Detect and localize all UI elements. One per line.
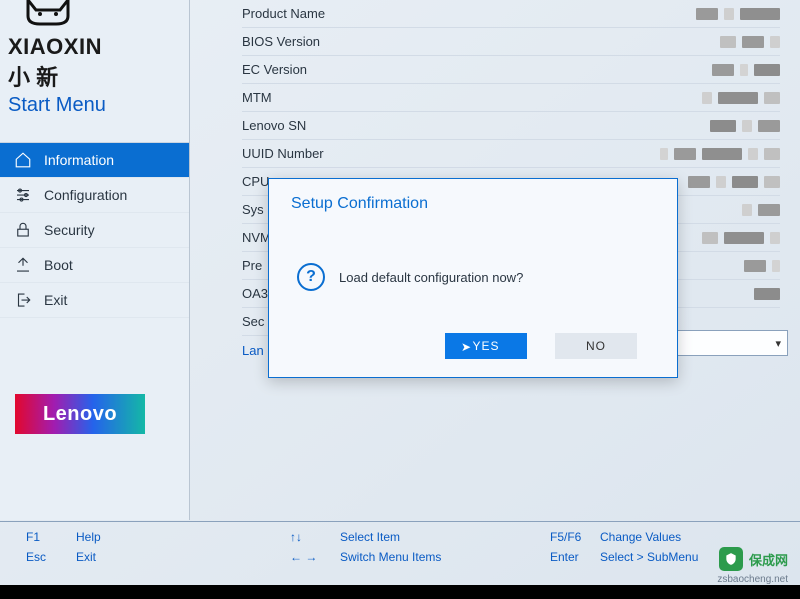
hotkey-label: Select > SubMenu [600, 550, 698, 564]
sidebar-item-label: Information [44, 152, 114, 168]
dialog-message: Load default configuration now? [339, 270, 523, 285]
brand-cat-icon [8, 0, 88, 34]
yes-button[interactable]: ➤ YES [445, 333, 527, 359]
footer-help-bar: F1 Help Esc Exit ↑↓ Select Item ← → Switch M… [0, 521, 800, 577]
field-value-obscured [754, 288, 780, 300]
shield-icon [719, 547, 743, 571]
sidebar-item-label: Boot [44, 257, 73, 273]
sidebar-item-label: Exit [44, 292, 67, 308]
field-label: MTM [242, 90, 272, 105]
setup-confirmation-dialog: Setup Confirmation ? Load default config… [268, 178, 678, 378]
sliders-icon [14, 186, 32, 204]
hotkey-label: Switch Menu Items [340, 550, 441, 564]
field-bios-version: BIOS Version [242, 28, 780, 56]
field-value-obscured [710, 120, 780, 132]
sidebar-item-label: Security [44, 222, 95, 238]
chevron-down-icon: ▾ [775, 337, 781, 350]
field-label: UUID Number [242, 146, 324, 161]
watermark-sub: zsbaocheng.net [717, 574, 788, 585]
field-label: Lan [242, 343, 264, 358]
hotkey: F1 [26, 530, 58, 544]
field-label: NVM [242, 230, 271, 245]
cursor-icon: ➤ [461, 340, 472, 354]
watermark: 保成网 [719, 547, 788, 571]
field-label: BIOS Version [242, 34, 320, 49]
brand-text-2: 小 新 [8, 60, 58, 92]
field-value-obscured [660, 148, 780, 160]
field-value-obscured [702, 232, 780, 244]
boot-icon [14, 256, 32, 274]
field-label: EC Version [242, 62, 307, 77]
hotkey-label: Change Values [600, 530, 681, 544]
hotkey: F5/F6 [550, 530, 582, 544]
sidebar-item-configuration[interactable]: Configuration [0, 178, 189, 213]
field-label: OA3 [242, 286, 268, 301]
field-label: Pre [242, 258, 262, 273]
field-value-obscured [742, 204, 780, 216]
field-value-obscured [744, 260, 780, 272]
bezel [0, 585, 800, 599]
home-icon [14, 151, 32, 169]
field-label: Lenovo SN [242, 118, 306, 133]
field-value-obscured [720, 36, 780, 48]
field-label: Sys [242, 202, 264, 217]
field-lenovo-sn: Lenovo SN [242, 112, 780, 140]
field-product-name: Product Name [242, 0, 780, 28]
hotkey-label: Select Item [340, 530, 400, 544]
field-value-obscured [696, 8, 780, 20]
hotkey: ↑↓ [290, 530, 322, 544]
hotkey: ← → [290, 550, 322, 564]
field-value-obscured [688, 176, 780, 188]
exit-icon [14, 291, 32, 309]
field-label: Sec [242, 314, 264, 329]
watermark-text: 保成网 [749, 550, 788, 569]
field-value-obscured [712, 64, 780, 76]
field-label: CPU [242, 174, 269, 189]
field-ec-version: EC Version [242, 56, 780, 84]
sidebar-item-information[interactable]: Information [0, 143, 189, 178]
field-mtm: MTM [242, 84, 780, 112]
field-value-obscured [702, 92, 780, 104]
sidebar-nav: Information Configuration Security Boot … [0, 142, 189, 318]
field-uuid-number: UUID Number [242, 140, 780, 168]
dialog-title: Setup Confirmation [269, 179, 677, 221]
brand-block: XIAOXIN 小 新 Start Menu [0, 0, 189, 142]
brand-text-1: XIAOXIN [8, 34, 102, 60]
sidebar-item-security[interactable]: Security [0, 213, 189, 248]
sidebar: XIAOXIN 小 新 Start Menu Information Confi… [0, 0, 190, 520]
hotkey: Enter [550, 550, 582, 564]
sidebar-item-label: Configuration [44, 187, 127, 203]
lock-icon [14, 221, 32, 239]
hotkey-label: Help [76, 530, 101, 544]
sidebar-item-exit[interactable]: Exit [0, 283, 189, 318]
start-menu-label: Start Menu [8, 94, 106, 117]
question-icon: ? [297, 263, 325, 291]
field-label: Product Name [242, 6, 325, 21]
hotkey: Esc [26, 550, 58, 564]
no-button[interactable]: NO [555, 333, 637, 359]
sidebar-item-boot[interactable]: Boot [0, 248, 189, 283]
lenovo-logo: Lenovo [15, 394, 145, 434]
hotkey-label: Exit [76, 550, 96, 564]
